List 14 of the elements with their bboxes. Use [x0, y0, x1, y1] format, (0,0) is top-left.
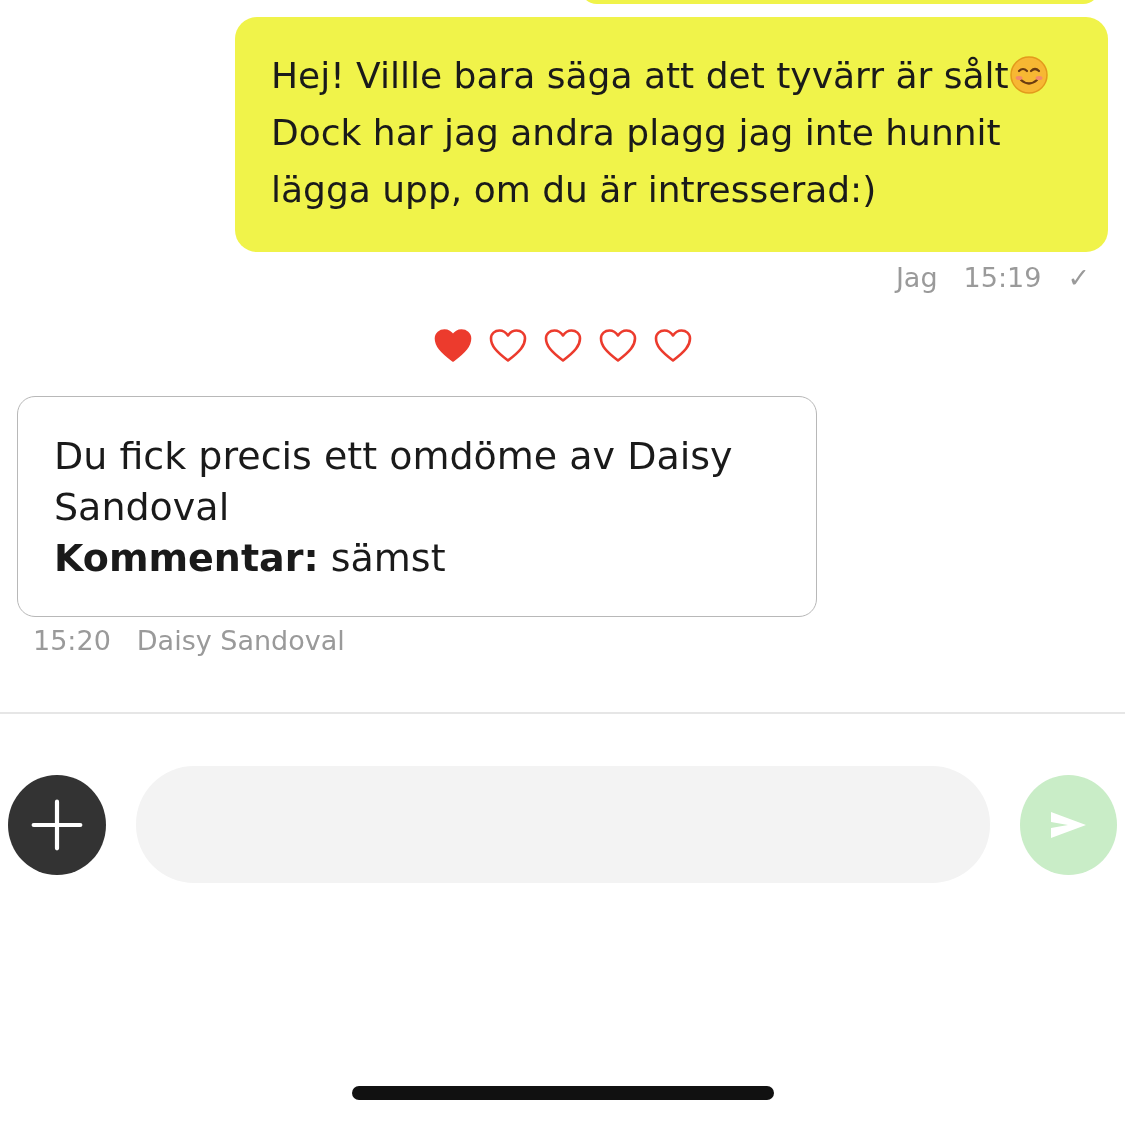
- review-comment: Kommentar: sämst: [54, 535, 447, 582]
- read-status: ✓: [1067, 262, 1090, 293]
- filled-heart-icon: [432, 327, 473, 364]
- smiling-face-icon: [1008, 55, 1049, 95]
- heart-outline-icon: [542, 327, 583, 364]
- heart-outline-icon: [597, 327, 638, 364]
- message-time: 15:20: [33, 625, 111, 656]
- message-time: 15:19: [963, 262, 1042, 293]
- sender-name: Jag: [895, 262, 938, 293]
- message-text: Dock har jag andra plagg jag inte hunnit lägga upp, om du är intresserad:): [271, 112, 1001, 210]
- sender-name: Daisy Sandoval: [136, 625, 345, 656]
- heart-outline-icon: [487, 327, 528, 364]
- message-text: Hej! Villle bara säga att det tyvärr är sålt: [271, 55, 1009, 96]
- heart-outline-icon: [652, 327, 693, 364]
